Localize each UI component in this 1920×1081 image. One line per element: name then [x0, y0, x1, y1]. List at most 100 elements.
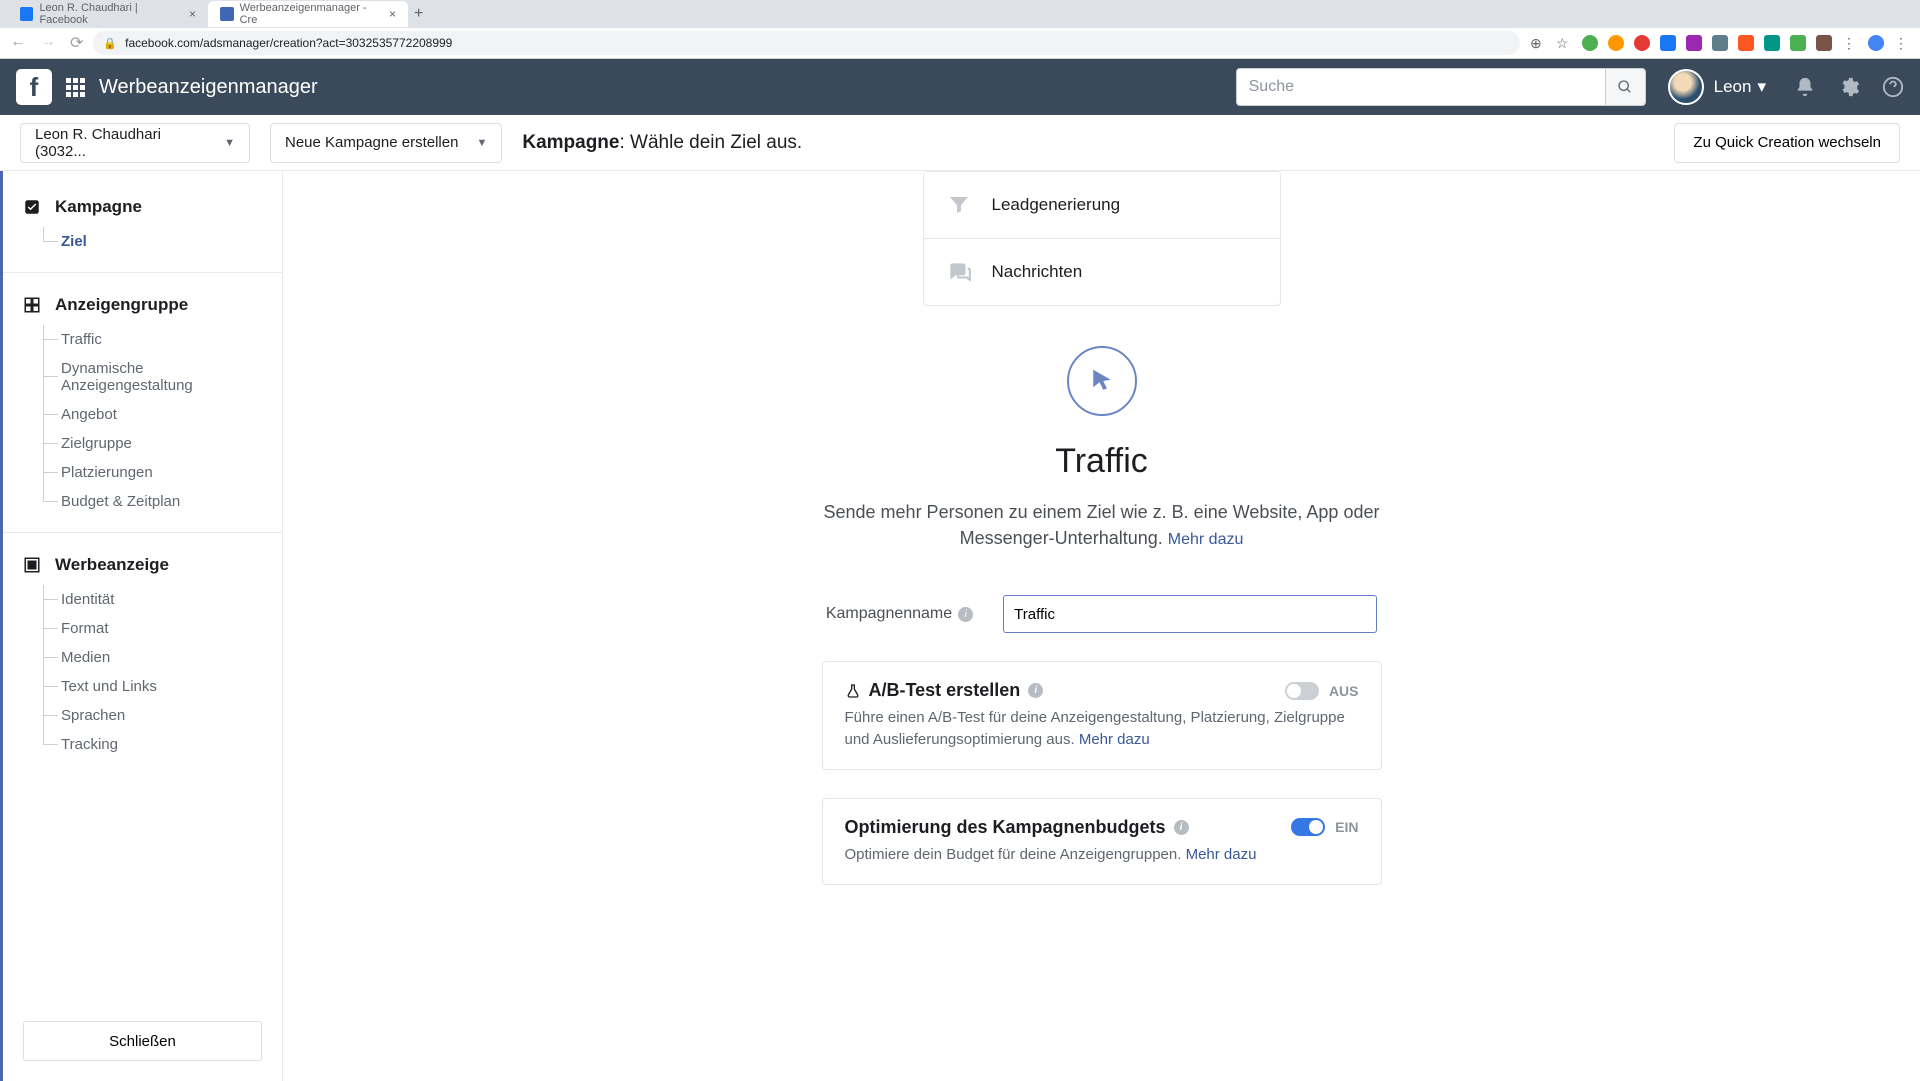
objective-item-messages[interactable]: Nachrichten [924, 238, 1280, 305]
forward-button[interactable]: → [40, 33, 56, 53]
sidebar-section-campaign: Kampagne Ziel [3, 185, 282, 262]
sidebar-item-identity[interactable]: Identität [33, 585, 264, 614]
desc-text: Sende mehr Personen zu einem Ziel wie z.… [824, 502, 1380, 548]
search-icon [1617, 79, 1633, 95]
sidebar-item-audience[interactable]: Zielgruppe [33, 429, 264, 458]
info-icon[interactable]: i [1174, 820, 1189, 835]
extension-icon[interactable] [1712, 35, 1728, 51]
close-tab-icon[interactable]: × [389, 7, 396, 21]
sidebar-item-media[interactable]: Medien [33, 643, 264, 672]
sidebar-item-offer[interactable]: Angebot [33, 400, 264, 429]
objective-label: Leadgenerierung [992, 195, 1121, 215]
sidebar-item-label: Traffic [61, 331, 102, 348]
new-tab-button[interactable]: + [414, 5, 423, 23]
help-icon[interactable] [1882, 76, 1904, 98]
sidebar-item-budget[interactable]: Budget & Zeitplan [33, 487, 264, 516]
traffic-hero-icon [1067, 346, 1137, 416]
extension-icon[interactable] [1608, 35, 1624, 51]
campaign-name-input[interactable] [1003, 595, 1377, 633]
sidebar-item-label: Zielgruppe [61, 435, 132, 452]
sidebar-heading-label: Anzeigengruppe [55, 295, 188, 315]
favicon-icon [220, 7, 234, 21]
sidebar-section-adset: Anzeigengruppe Traffic Dynamische Anzeig… [3, 283, 282, 522]
sidebar-item-format[interactable]: Format [33, 614, 264, 643]
sidebar-item-label: Ziel [61, 233, 87, 250]
account-dropdown[interactable]: Leon R. Chaudhari (3032... ▼ [20, 123, 250, 163]
tab-title: Werbeanzeigenmanager - Cre [240, 2, 383, 26]
budget-toggle[interactable] [1291, 818, 1325, 836]
breadcrumb: Kampagne: Wähle dein Ziel aus. [522, 132, 802, 154]
extension-icon[interactable] [1582, 35, 1598, 51]
sidebar-item-languages[interactable]: Sprachen [33, 701, 264, 730]
close-tab-icon[interactable]: × [189, 7, 196, 21]
apps-grid-icon[interactable] [66, 78, 85, 97]
extension-icon[interactable] [1634, 35, 1650, 51]
more-link[interactable]: Mehr dazu [1186, 846, 1257, 863]
info-icon[interactable]: i [958, 607, 973, 622]
search-button[interactable] [1606, 68, 1646, 106]
profile-avatar-icon[interactable] [1868, 35, 1884, 51]
tab-title: Leon R. Chaudhari | Facebook [39, 2, 183, 26]
sidebar-item-ziel[interactable]: Ziel [33, 227, 264, 256]
browser-tab[interactable]: Leon R. Chaudhari | Facebook × [8, 1, 208, 27]
back-button[interactable]: ← [10, 33, 26, 53]
extension-icon[interactable] [1816, 35, 1832, 51]
breadcrumb-bold: Kampagne [522, 132, 619, 153]
extension-icon[interactable] [1790, 35, 1806, 51]
url-text: facebook.com/adsmanager/creation?act=303… [125, 36, 452, 50]
search-placeholder: Suche [1249, 78, 1294, 96]
budget-description: Optimiere dein Budget für deine Anzeigen… [845, 844, 1359, 866]
more-link[interactable]: Mehr dazu [1168, 531, 1244, 548]
close-button[interactable]: Schließen [23, 1021, 262, 1061]
flask-icon [845, 683, 861, 699]
sidebar-heading[interactable]: Kampagne [21, 197, 264, 217]
chevron-down-icon: ▼ [224, 137, 235, 149]
campaign-name-label: Kampagnenname i [826, 605, 973, 623]
browser-tab[interactable]: Werbeanzeigenmanager - Cre × [208, 1, 408, 27]
sidebar-item-label: Budget & Zeitplan [61, 493, 180, 510]
more-link[interactable]: Mehr dazu [1079, 731, 1150, 748]
extension-icon[interactable] [1660, 35, 1676, 51]
objective-item-leadgen[interactable]: Leadgenerierung [924, 171, 1280, 238]
sidebar-item-placements[interactable]: Platzierungen [33, 458, 264, 487]
extension-icon[interactable] [1764, 35, 1780, 51]
sidebar-heading-label: Werbeanzeige [55, 555, 169, 575]
user-avatar[interactable] [1668, 69, 1704, 105]
extension-icon[interactable] [1686, 35, 1702, 51]
campaign-dropdown-label: Neue Kampagne erstellen [285, 134, 458, 151]
zoom-icon[interactable]: ⊕ [1530, 35, 1546, 51]
lock-icon: 🔒 [103, 37, 117, 50]
abtest-toggle[interactable] [1285, 682, 1319, 700]
quick-creation-button[interactable]: Zu Quick Creation wechseln [1674, 123, 1900, 163]
sidebar-item-text[interactable]: Text und Links [33, 672, 264, 701]
settings-icon[interactable] [1838, 76, 1860, 98]
facebook-logo[interactable]: f [16, 69, 52, 105]
address-bar: ← → ⟳ 🔒 facebook.com/adsmanager/creation… [0, 28, 1920, 58]
favicon-icon [20, 7, 33, 21]
extension-icon[interactable] [1738, 35, 1754, 51]
username-label: Leon [1714, 77, 1752, 97]
ad-icon [21, 556, 43, 574]
info-icon[interactable]: i [1028, 683, 1043, 698]
divider [3, 532, 282, 533]
sidebar-heading[interactable]: Werbeanzeige [21, 555, 264, 575]
menu-icon[interactable]: ⋮ [1842, 35, 1858, 51]
messages-icon [946, 259, 972, 285]
budget-card: Optimierung des Kampagnenbudgets i EIN O… [822, 798, 1382, 885]
abtest-card: A/B-Test erstellen i AUS Führe einen A/B… [822, 661, 1382, 770]
sidebar-heading[interactable]: Anzeigengruppe [21, 295, 264, 315]
star-icon[interactable]: ☆ [1556, 35, 1572, 51]
search-input[interactable]: Suche [1236, 68, 1606, 106]
sidebar-item-traffic[interactable]: Traffic [33, 325, 264, 354]
kebab-icon[interactable]: ⋮ [1894, 35, 1910, 51]
sidebar-item-dynamic[interactable]: Dynamische Anzeigengestaltung [33, 354, 264, 400]
notifications-icon[interactable] [1794, 76, 1816, 98]
user-menu[interactable]: Leon ▾ [1714, 77, 1766, 97]
tab-bar: Leon R. Chaudhari | Facebook × Werbeanze… [0, 0, 1920, 28]
funnel-icon [946, 192, 972, 218]
reload-button[interactable]: ⟳ [70, 33, 83, 53]
sidebar-item-label: Identität [61, 591, 114, 608]
url-input[interactable]: 🔒 facebook.com/adsmanager/creation?act=3… [93, 31, 1520, 55]
sidebar-item-tracking[interactable]: Tracking [33, 730, 264, 759]
campaign-dropdown[interactable]: Neue Kampagne erstellen ▼ [270, 123, 502, 163]
